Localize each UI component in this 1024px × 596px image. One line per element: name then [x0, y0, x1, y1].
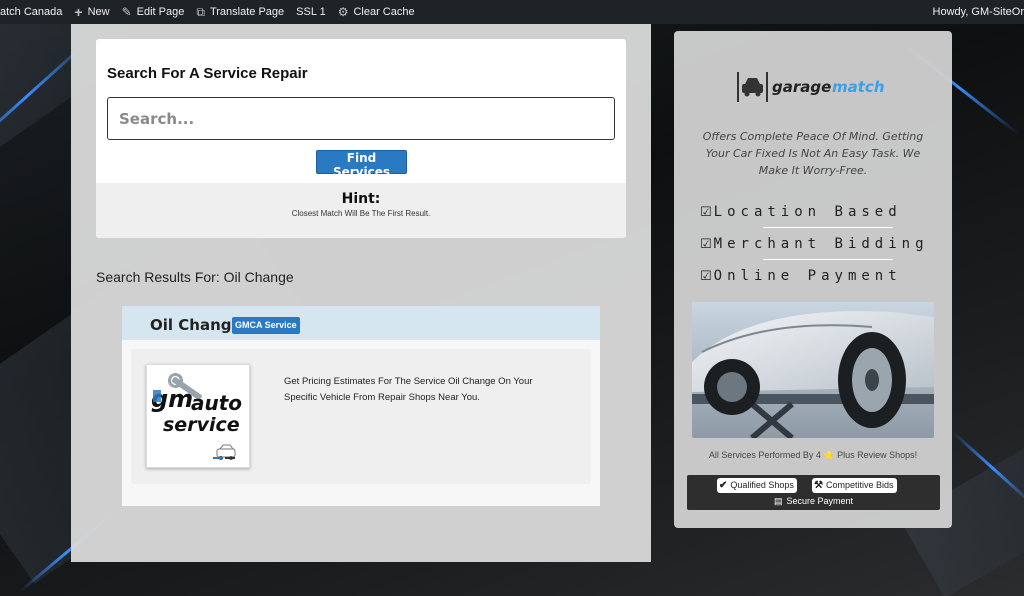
svg-text:service: service	[163, 414, 240, 436]
gavel-icon: ⚒	[814, 480, 823, 491]
admin-edit-page-button[interactable]: ✎ Edit Page	[116, 0, 191, 24]
result-description: Get Pricing Estimates For The Service Oi…	[284, 376, 533, 403]
svg-text:match: match	[832, 78, 885, 96]
garagematch-logo[interactable]: garage match	[736, 70, 891, 106]
checkbox-icon: ☑	[700, 237, 712, 252]
find-services-button[interactable]: Find Services	[316, 150, 407, 179]
search-title: Search For A Service Repair	[107, 65, 308, 82]
trust-bar: ✔ Qualified Shops ⚒ Competitive Bids ▤ Secu…	[687, 475, 940, 510]
feature-online-payment: ☑ Online Payment	[700, 268, 902, 284]
car-lift-image	[692, 302, 934, 438]
result-body: gm auto service Get Pricing Estimates Fo…	[131, 349, 591, 484]
svg-text:auto: auto	[191, 391, 242, 415]
result-header: Oil Change GMCA Service	[122, 306, 600, 340]
checkbox-icon: ☑	[700, 269, 712, 284]
checkbox-icon: ☑	[700, 205, 712, 220]
check-circle-icon: ✔	[719, 480, 728, 491]
main-panel: Search For A Service Repair Find Service…	[71, 24, 651, 562]
admin-new-button[interactable]: + New	[68, 0, 115, 24]
cache-icon: ⚙	[337, 5, 349, 19]
admin-translate-page-button[interactable]: ⧉ Translate Page	[190, 0, 290, 24]
feature-merchant-bidding: ☑ Merchant Bidding	[700, 236, 929, 252]
admin-ssl-button[interactable]: SSL 1	[290, 0, 332, 24]
feature-location-based: ☑ Location Based	[700, 204, 902, 220]
payment-icon: ▤	[773, 496, 783, 506]
feature-divider	[763, 227, 893, 228]
admin-site-name[interactable]: atch Canada	[0, 0, 68, 24]
translate-icon: ⧉	[196, 4, 205, 19]
tagline: Offers Complete Peace Of Mind. Getting Y…	[702, 130, 924, 177]
search-input[interactable]	[107, 97, 615, 140]
plus-icon: +	[74, 4, 83, 20]
garage-car-icon: garage match	[737, 72, 885, 102]
admin-clear-cache-button[interactable]: ⚙ Clear Cache	[332, 0, 421, 24]
hint-text: Closest Match Will Be The First Result.	[291, 209, 431, 218]
hint-title: Hint:	[341, 191, 381, 207]
pencil-icon: ✎	[121, 5, 132, 19]
qualified-shops-pill: ✔ Qualified Shops	[717, 478, 797, 493]
feature-divider	[763, 259, 893, 260]
svg-text:garage: garage	[772, 78, 831, 96]
hint-area: Hint: Closest Match Will Be The First Re…	[96, 183, 626, 238]
services-line: All Services Performed By 4 ⭐ Plus Revie…	[708, 450, 918, 460]
search-box: Search For A Service Repair Find Service…	[96, 39, 626, 238]
result-title[interactable]: Oil Change	[150, 316, 242, 334]
competitive-bids-pill: ⚒ Competitive Bids	[812, 478, 897, 493]
result-card[interactable]: Oil Change GMCA Service gm auto service	[122, 306, 600, 506]
auto-service-logo-icon: gm auto service	[147, 365, 249, 467]
secure-payment: ▤ Secure Payment	[773, 496, 854, 506]
service-thumbnail[interactable]: gm auto service	[146, 364, 250, 468]
admin-bar: atch Canada + New ✎ Edit Page ⧉ Translate P…	[0, 0, 1024, 24]
admin-howdy-account[interactable]: Howdy, GM-SiteOr	[933, 0, 1024, 24]
sidebar: garage match Offers Complete Peace Of Mi…	[674, 31, 952, 528]
results-heading: Search Results For: Oil Change	[96, 269, 294, 285]
service-badge: GMCA Service	[232, 317, 300, 334]
